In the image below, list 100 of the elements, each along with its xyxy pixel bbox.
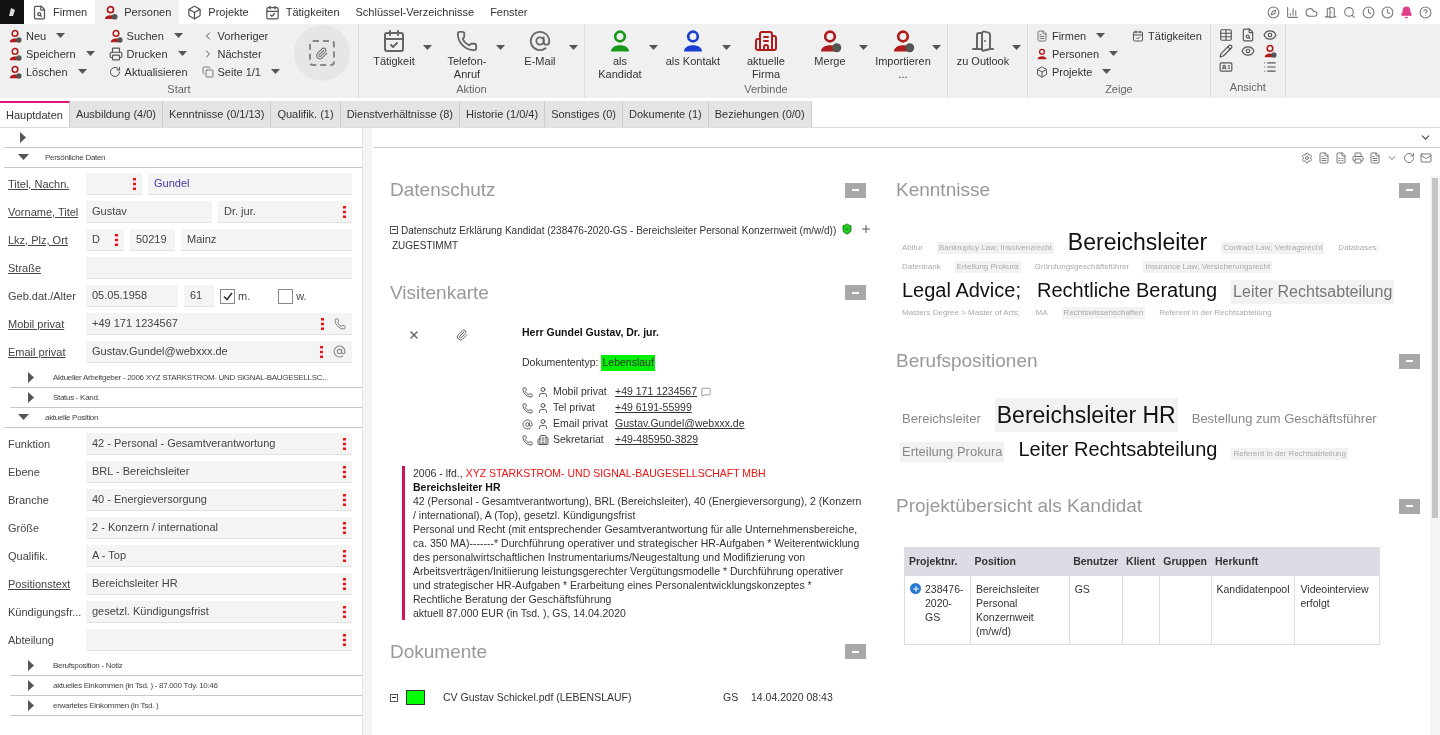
field-label[interactable]: Vorname, Titel xyxy=(0,203,86,221)
consent-entry[interactable]: Datenschutz Erklärung Kandidat (238476-2020-GS - Bereichsleiter Personal Konzernweit (m/w/d)) xyxy=(401,222,837,238)
tab[interactable]: Dokumente (1) xyxy=(622,101,709,127)
required-marker-icon[interactable] xyxy=(343,205,346,218)
tag[interactable]: Bestellung zum Geschäftsführer xyxy=(1189,408,1379,428)
ribbon-large-button[interactable]: Merge xyxy=(800,27,859,68)
expand-arrow-icon[interactable] xyxy=(26,680,37,691)
input-field[interactable]: Mainz xyxy=(181,229,352,251)
ribbon-button[interactable]: Aktualisieren xyxy=(108,63,188,81)
ribbon-large-button[interactable]: als Kandidat xyxy=(590,27,649,81)
section-header[interactable]: aktuelle Position xyxy=(4,408,362,428)
tab[interactable]: Hauptdaten xyxy=(0,101,70,127)
input-field[interactable]: BRL - Bereichsleiter xyxy=(86,461,352,483)
tag[interactable]: Legal Advice; xyxy=(900,275,1023,305)
spreadsheet-icon[interactable] xyxy=(1335,152,1347,164)
document-icon[interactable] xyxy=(1318,152,1330,164)
ribbon-large-button[interactable]: aktuelle Firma xyxy=(736,27,795,81)
collapse-button[interactable] xyxy=(845,285,866,301)
menu-tab[interactable]: Personen xyxy=(95,0,180,24)
ribbon-button[interactable]: Nächster xyxy=(201,45,280,63)
field-label[interactable]: Mobil privat xyxy=(0,315,86,333)
collapse-button[interactable] xyxy=(1399,182,1420,198)
tag[interactable]: Rechtliche Beratung xyxy=(1035,275,1220,305)
ribbon-button[interactable]: Speichern xyxy=(8,45,95,63)
section-header[interactable]: Aktueller Arbeitgeber - 2006 XYZ STARKSTROM- UND SIGNAL-BAUGESELLSC... xyxy=(10,368,362,388)
expand-box-icon[interactable] xyxy=(390,693,398,702)
section-header[interactable]: Berufsposition - Notiz xyxy=(10,656,362,676)
eye-icon[interactable] xyxy=(1240,44,1255,58)
eye-icon[interactable] xyxy=(1262,28,1277,42)
list-icon[interactable] xyxy=(1262,60,1277,74)
expand-arrow-icon[interactable] xyxy=(26,392,37,403)
tab[interactable]: Ausbildung (4/0) xyxy=(69,101,163,127)
cloud-icon[interactable] xyxy=(1305,5,1318,19)
pencil-icon[interactable] xyxy=(1218,44,1233,58)
field-label[interactable]: Email privat xyxy=(0,343,86,361)
ribbon-button[interactable]: Suchen xyxy=(108,27,188,45)
tab[interactable]: Beziehungen (0/0) xyxy=(708,101,812,127)
contact-link[interactable]: +49 171 1234567 xyxy=(615,384,698,400)
input-field[interactable]: 42 - Personal - Gesamtverantwortung xyxy=(86,433,352,455)
tab[interactable]: Dienstverhältnisse (8) xyxy=(340,101,460,127)
tag[interactable]: Bereichsleiter xyxy=(900,408,983,428)
required-marker-icon[interactable] xyxy=(343,605,346,618)
tab[interactable]: Historie (1/0/4) xyxy=(460,101,546,127)
required-marker-icon[interactable] xyxy=(321,317,324,330)
at-sign-icon[interactable] xyxy=(333,345,346,358)
printer-icon[interactable] xyxy=(1352,152,1364,164)
scrollbar[interactable] xyxy=(1430,176,1440,735)
expand-box-icon[interactable] xyxy=(390,225,398,234)
checkbox[interactable] xyxy=(220,288,235,304)
field-label[interactable]: Positionstext xyxy=(0,575,86,593)
ribbon-button[interactable]: Tätigkeiten xyxy=(1132,27,1202,45)
input-field[interactable]: Gundel xyxy=(148,173,352,195)
tab[interactable]: Sonstiges (0) xyxy=(545,101,623,127)
checkbox[interactable] xyxy=(278,288,294,304)
collapse-button[interactable] xyxy=(845,644,866,660)
chart-icon[interactable] xyxy=(1286,5,1299,19)
field-label[interactable]: Lkz, Plz, Ort xyxy=(0,231,86,249)
ribbon-large-button[interactable]: Telefon-Anruf xyxy=(437,27,496,81)
help-icon[interactable] xyxy=(1419,5,1432,19)
ribbon-button[interactable]: Neu xyxy=(8,27,95,45)
required-marker-icon[interactable] xyxy=(343,521,346,534)
search-icon[interactable] xyxy=(1343,5,1356,19)
required-marker-icon[interactable] xyxy=(115,233,118,246)
ribbon-large-button[interactable]: Importieren... xyxy=(873,27,932,81)
input-field[interactable]: 50219 xyxy=(130,229,175,251)
required-marker-icon[interactable] xyxy=(343,465,346,478)
contact-link[interactable]: +49-485950-3829 xyxy=(615,432,699,448)
ribbon-button[interactable]: Personen xyxy=(1035,45,1119,63)
tag[interactable]: Leiter Rechtsabteilung xyxy=(1016,434,1220,464)
input-field[interactable]: +49 171 1234567 xyxy=(86,313,352,335)
clock-icon[interactable] xyxy=(1381,5,1394,19)
input-field[interactable] xyxy=(86,629,352,651)
close-icon[interactable] xyxy=(408,329,420,341)
input-field[interactable] xyxy=(86,257,352,279)
ribbon-large-button[interactable]: als Kontakt xyxy=(663,27,722,68)
ribbon-button[interactable]: Seite 1/1 xyxy=(201,63,280,81)
ribbon-large-button[interactable]: zu Outlook xyxy=(953,27,1012,68)
refresh-icon[interactable] xyxy=(1403,152,1415,164)
expand-arrow-icon[interactable] xyxy=(26,700,37,711)
section-header[interactable]: aktuelles Einkommen (in Tsd. ) - 87.000 Tdy. 10:46 xyxy=(10,676,362,696)
input-field[interactable]: D xyxy=(86,229,124,251)
ribbon-button[interactable]: Löschen xyxy=(8,63,95,81)
input-field[interactable]: gesetzl. Kündigungsfrist xyxy=(86,601,352,623)
collapse-button[interactable] xyxy=(1399,498,1420,514)
ribbon-large-button[interactable]: Tätigkeit xyxy=(364,27,423,68)
required-marker-icon[interactable] xyxy=(320,345,323,358)
contact-link[interactable]: Gustav.Gundel@webxxx.de xyxy=(615,416,745,432)
section-header[interactable]: erwartetes Einkommen (in Tsd. ) xyxy=(10,696,362,716)
ribbon-button[interactable]: Projekte xyxy=(1035,63,1119,81)
collapse-button[interactable] xyxy=(1399,353,1420,369)
collapse-arrow-icon[interactable] xyxy=(18,412,29,423)
input-field[interactable]: Gustav.Gundel@webxxx.de xyxy=(86,341,352,363)
phone-icon[interactable] xyxy=(334,317,346,330)
expand-arrow-icon[interactable] xyxy=(26,372,37,383)
document-link[interactable]: CV Gustav Schickel.pdf (LEBENSLAUF) xyxy=(443,690,723,706)
attachment-drop-button[interactable] xyxy=(308,40,335,66)
clock-icon[interactable] xyxy=(1362,5,1375,19)
scrollbar[interactable] xyxy=(362,128,372,735)
required-marker-icon[interactable] xyxy=(343,549,346,562)
field-label[interactable]: Straße xyxy=(0,259,86,277)
